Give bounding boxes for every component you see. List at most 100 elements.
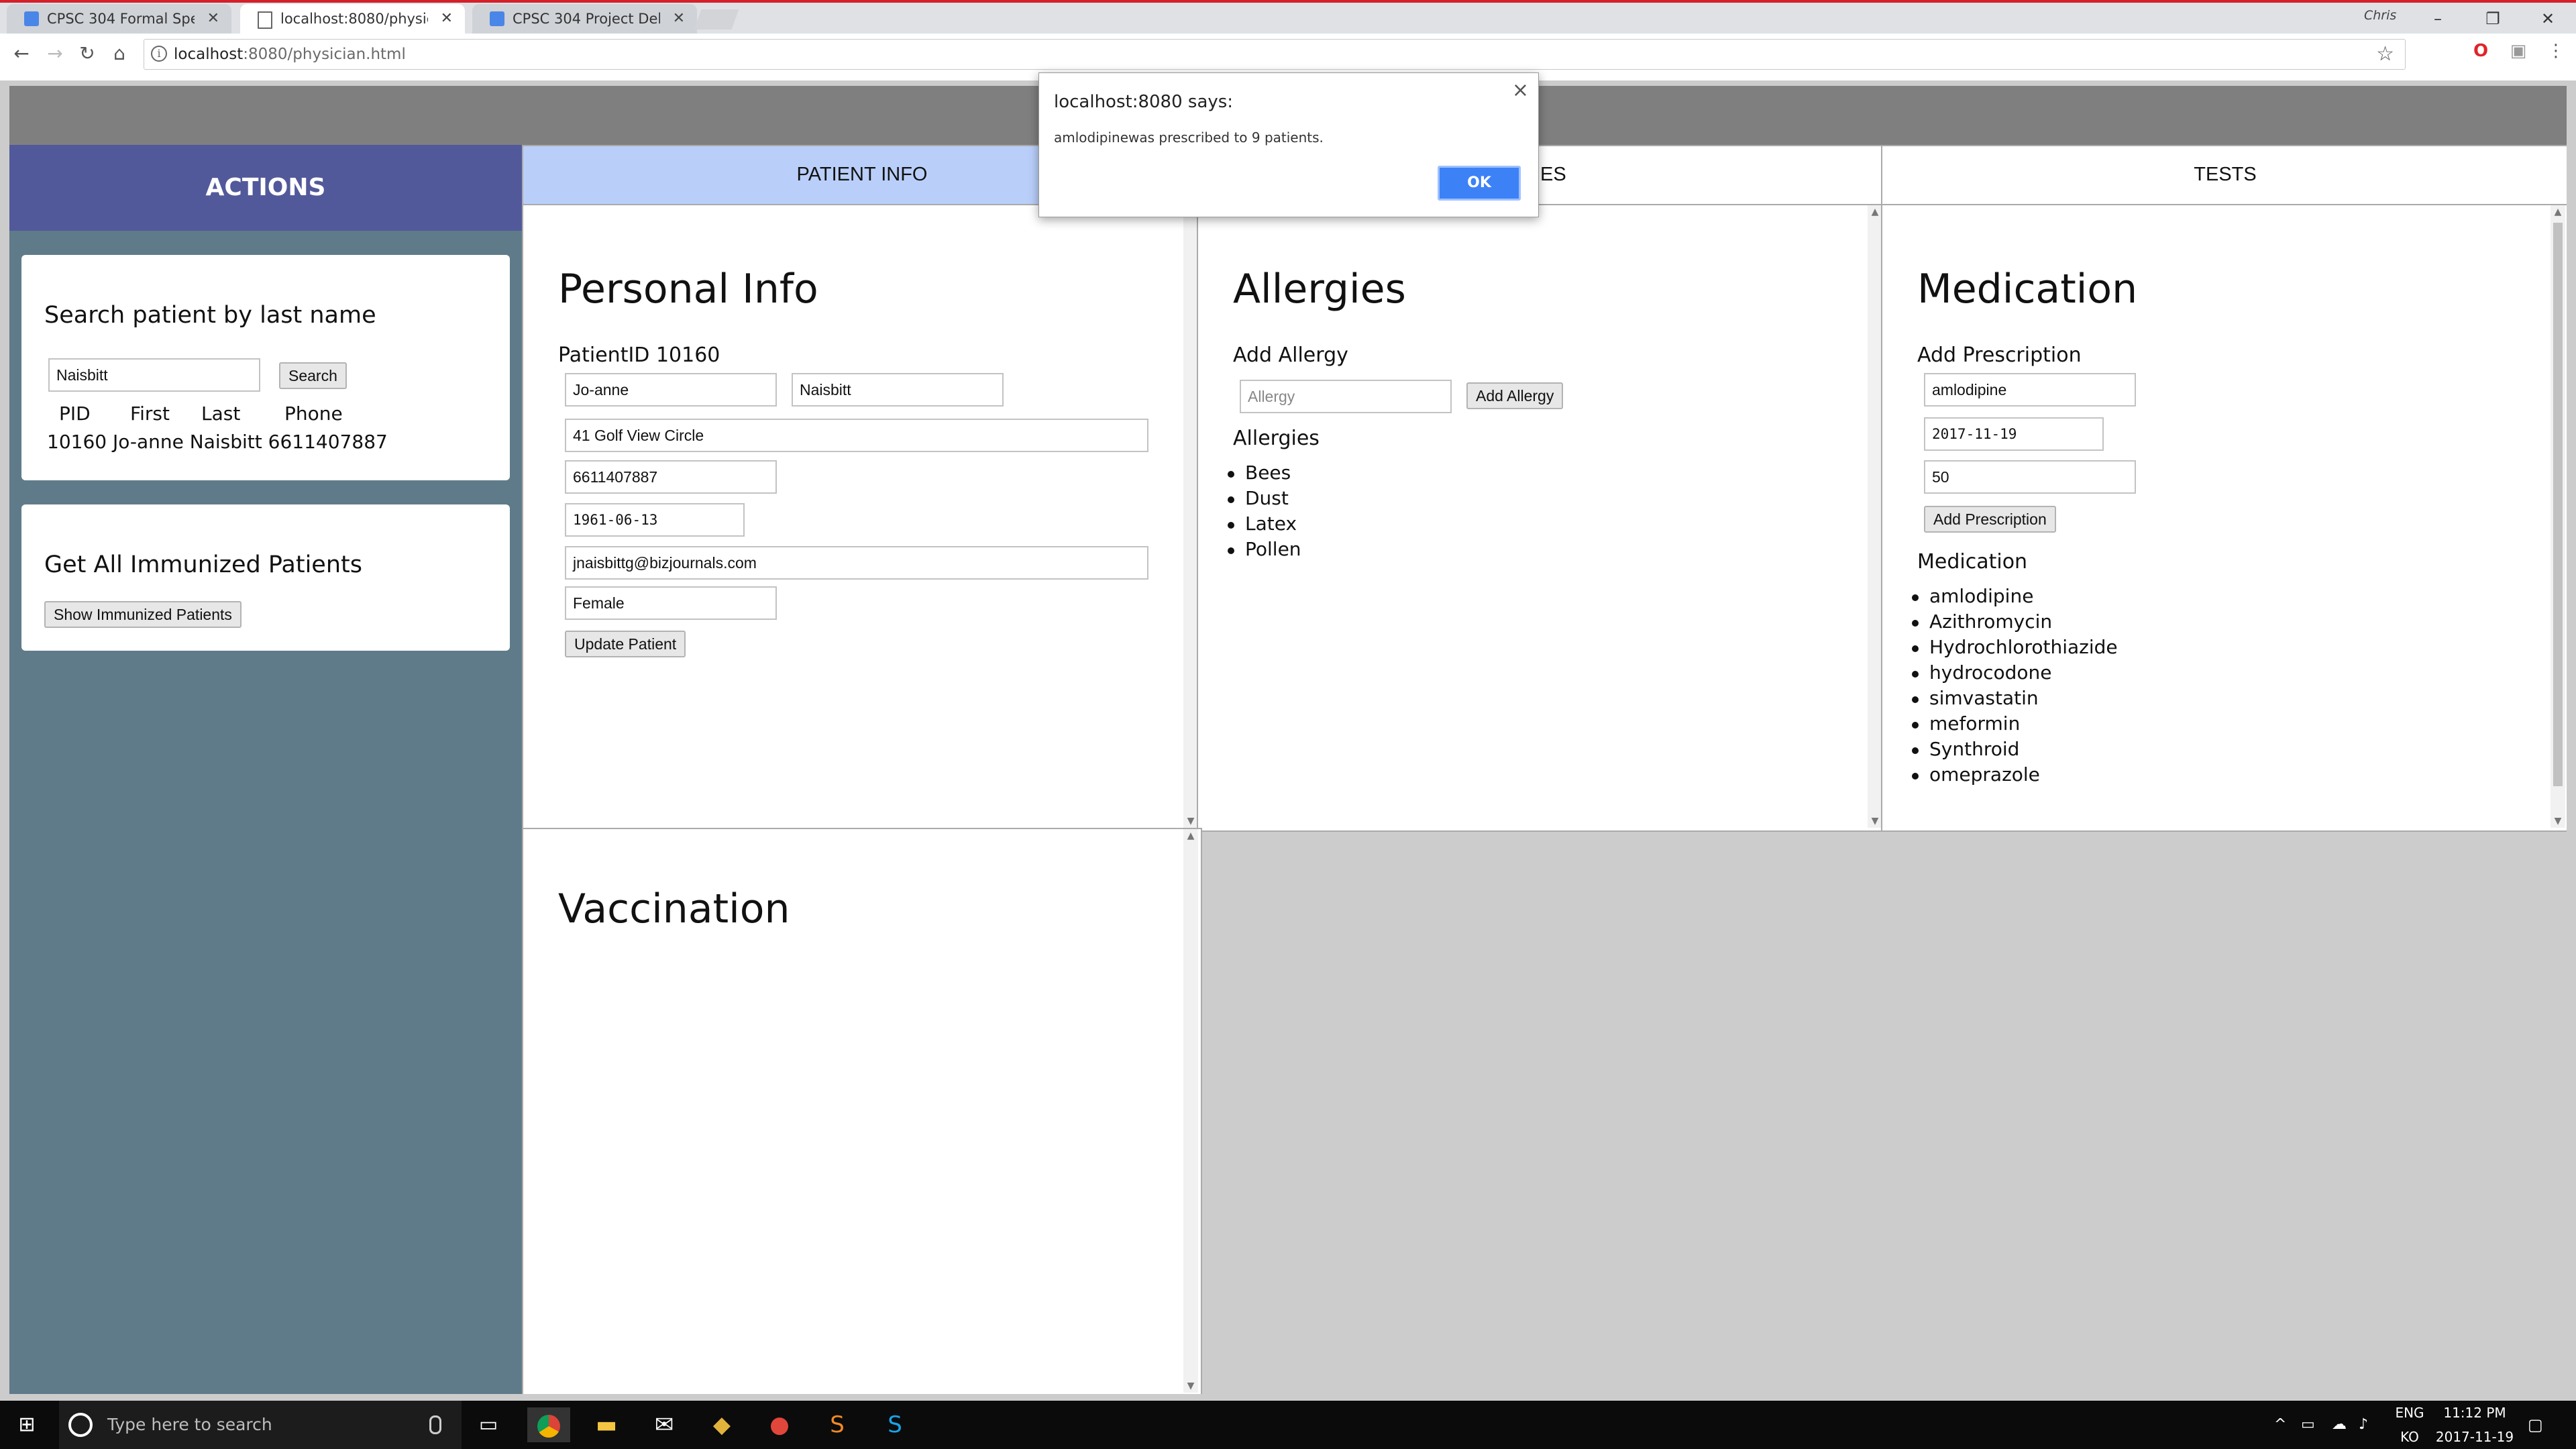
address-bar[interactable]: i localhost:8080/physician.html ☆ xyxy=(144,39,2406,70)
scroll-down-arrow-icon[interactable]: ▼ xyxy=(1183,814,1198,828)
last-name-field[interactable]: Naisbitt xyxy=(792,373,1004,407)
add-prescription-button[interactable]: Add Prescription xyxy=(1924,506,2056,533)
scroll-thumb[interactable] xyxy=(2553,223,2563,786)
alert-dialog: localhost:8080 says: × amlodipinewas pre… xyxy=(1038,72,1539,217)
close-window-button[interactable]: ✕ xyxy=(2521,5,2575,32)
opera-icon[interactable]: O xyxy=(2469,39,2493,63)
bookmark-star-icon[interactable]: ☆ xyxy=(2376,40,2394,69)
dose-field[interactable]: 50 xyxy=(1924,460,2136,494)
medication-list: amlodipine Azithromycin Hydrochlorothiaz… xyxy=(1882,584,2118,788)
scroll-up-arrow-icon[interactable]: ▲ xyxy=(1868,205,1882,219)
address-field[interactable]: 41 Golf View Circle xyxy=(565,419,1148,452)
volume-icon[interactable]: ♪ xyxy=(2359,1413,2368,1437)
email-field[interactable]: jnaisbittg@bizjournals.com xyxy=(565,546,1148,580)
allergies-scrollbar[interactable]: ▲ ▼ xyxy=(1868,205,1882,828)
new-tab-button[interactable] xyxy=(694,9,739,30)
taskbar-search-box[interactable]: Type here to search xyxy=(59,1401,462,1449)
scroll-down-arrow-icon[interactable]: ▼ xyxy=(1183,1379,1198,1393)
search-result-row[interactable]: 10160 Jo-anne Naisbitt 6611407887 xyxy=(47,431,388,453)
git-client-icon[interactable]: ● xyxy=(758,1407,801,1442)
medication-scrollbar[interactable]: ▲ ▼ xyxy=(2551,205,2565,828)
docs-icon xyxy=(24,11,39,26)
home-icon[interactable]: ⌂ xyxy=(105,39,134,68)
column-header-phone: Phone xyxy=(284,402,343,425)
add-allergy-button[interactable]: Add Allergy xyxy=(1466,382,1564,409)
close-icon[interactable]: × xyxy=(1512,78,1529,102)
action-center-icon[interactable]: ▢ xyxy=(2528,1413,2543,1437)
reload-icon[interactable]: ↻ xyxy=(72,39,102,68)
last-name-search-input[interactable]: Naisbitt xyxy=(48,358,260,392)
profile-name[interactable]: Chris xyxy=(2364,8,2396,23)
keyboard-code: KO xyxy=(2400,1429,2419,1445)
allergies-panel: Allergies Add Allergy Allergy Add Allerg… xyxy=(1197,204,1886,832)
file-explorer-icon[interactable]: ▬ xyxy=(585,1407,628,1442)
medication-item: simvastatin xyxy=(1882,686,2118,711)
first-name-field[interactable]: Jo-anne xyxy=(565,373,777,407)
gender-field[interactable]: Female xyxy=(565,586,777,620)
sublime-text-icon[interactable]: S xyxy=(816,1407,859,1442)
forward-arrow-icon[interactable]: → xyxy=(40,39,70,68)
page-icon xyxy=(258,11,272,29)
microphone-icon[interactable] xyxy=(429,1415,441,1434)
browser-tab-formal-spec[interactable]: CPSC 304 Formal Spec ✕ xyxy=(7,4,231,34)
mail-icon[interactable]: ✉ xyxy=(643,1407,686,1442)
tab-tests[interactable]: TESTS xyxy=(1881,145,2567,207)
task-view-icon[interactable]: ▭ xyxy=(467,1407,510,1442)
personal-info-scrollbar[interactable]: ▲ ▼ xyxy=(1183,205,1198,828)
tray-chevron-icon[interactable]: ^ xyxy=(2274,1413,2286,1437)
network-icon[interactable]: ▭ xyxy=(2301,1413,2315,1437)
clock[interactable]: 11:12 PM 2017-11-19 xyxy=(2431,1401,2518,1449)
column-header-pid: PID xyxy=(59,402,91,425)
dob-date-field[interactable]: 1961-06-13 xyxy=(565,503,745,537)
chrome-icon[interactable] xyxy=(527,1407,570,1442)
result-phone: 6611407887 xyxy=(268,431,388,453)
allergy-item: Bees xyxy=(1198,460,1301,486)
menu-kebab-icon[interactable]: ⋮ xyxy=(2544,39,2568,63)
actions-sidebar: ACTIONS Search patient by last name Nais… xyxy=(9,145,522,1394)
page-content: ACTIONS Search patient by last name Nais… xyxy=(9,86,2567,1394)
back-arrow-icon[interactable]: ← xyxy=(7,39,36,68)
medication-item: hydrocodone xyxy=(1882,660,2118,686)
onedrive-icon[interactable]: ☁ xyxy=(2332,1413,2347,1437)
scroll-down-arrow-icon[interactable]: ▼ xyxy=(1868,814,1882,828)
input-language[interactable]: ENG KO xyxy=(2390,1401,2430,1449)
vaccination-title: Vaccination xyxy=(558,885,790,932)
vaccination-scrollbar[interactable]: ▲ ▼ xyxy=(1183,829,1198,1393)
close-tab-icon[interactable]: ✕ xyxy=(441,4,453,34)
personal-info-panel: Personal Info PatientID 10160 Jo-anne Na… xyxy=(522,204,1202,832)
url-text[interactable]: localhost:8080/physician.html xyxy=(174,40,406,69)
add-prescription-label: Add Prescription xyxy=(1917,343,2082,367)
scroll-down-arrow-icon[interactable]: ▼ xyxy=(2551,814,2565,828)
search-button[interactable]: Search xyxy=(279,362,347,389)
update-patient-button[interactable]: Update Patient xyxy=(565,631,686,657)
drug-name-field[interactable]: amlodipine xyxy=(1924,373,2136,407)
allergy-item: Pollen xyxy=(1198,537,1301,562)
cortana-icon xyxy=(68,1413,93,1437)
info-icon[interactable]: i xyxy=(151,46,167,62)
vaccination-panel: Vaccination ▲ ▼ xyxy=(522,828,1202,1394)
tab-title: CPSC 304 Project Deliver xyxy=(513,11,660,27)
show-immunized-button[interactable]: Show Immunized Patients xyxy=(44,601,241,628)
allergy-input[interactable]: Allergy xyxy=(1240,380,1452,413)
windows-start-icon[interactable]: ⊞ xyxy=(5,1407,48,1442)
scroll-up-arrow-icon[interactable]: ▲ xyxy=(2551,205,2565,219)
medication-item: Azithromycin xyxy=(1882,609,2118,635)
prescription-date-field[interactable]: 2017-11-19 xyxy=(1924,417,2104,451)
sourcetree-icon[interactable]: ◆ xyxy=(700,1407,743,1442)
minimize-button[interactable]: – xyxy=(2411,5,2465,32)
browser-toolbar: ← → ↻ ⌂ i localhost:8080/physician.html … xyxy=(0,34,2576,74)
extension-icon[interactable]: ▣ xyxy=(2506,39,2530,63)
skype-icon[interactable]: S xyxy=(873,1407,916,1442)
browser-tab-physician[interactable]: localhost:8080/physician ✕ xyxy=(240,4,465,34)
scroll-up-arrow-icon[interactable]: ▲ xyxy=(1183,829,1198,843)
ok-button[interactable]: OK xyxy=(1438,166,1521,201)
medication-item: amlodipine xyxy=(1882,584,2118,609)
restore-button[interactable]: ❐ xyxy=(2466,5,2520,32)
browser-tab-project-deliverable[interactable]: CPSC 304 Project Deliver ✕ xyxy=(472,4,697,34)
add-allergy-label: Add Allergy xyxy=(1233,343,1348,367)
close-tab-icon[interactable]: ✕ xyxy=(673,4,685,34)
clock-date: 2017-11-19 xyxy=(2435,1429,2514,1445)
close-tab-icon[interactable]: ✕ xyxy=(207,4,219,34)
medication-title: Medication xyxy=(1917,266,2138,313)
phone-field[interactable]: 6611407887 xyxy=(565,460,777,494)
